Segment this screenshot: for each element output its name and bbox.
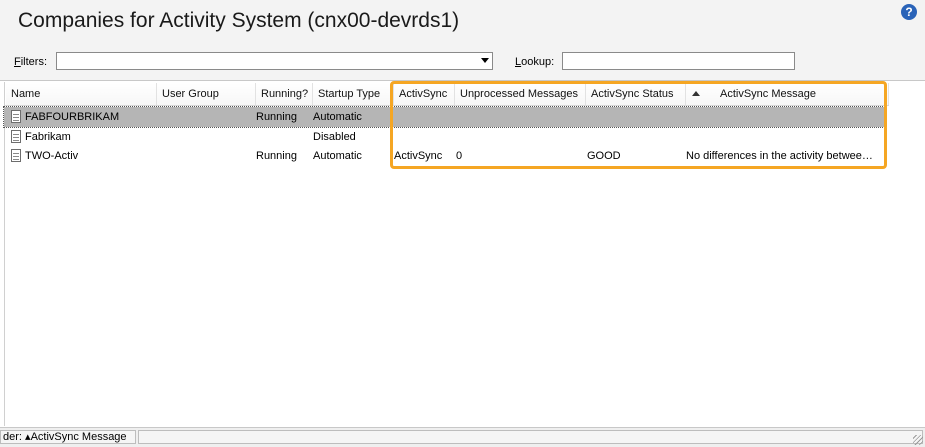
cell-unprocessed: 0: [456, 150, 463, 162]
filters-dropdown[interactable]: [56, 52, 493, 70]
cell-running: [256, 127, 311, 147]
cell-running: Running: [256, 111, 297, 123]
column-header-user-group[interactable]: User Group: [157, 83, 256, 105]
cell-startup-type: Disabled: [313, 131, 356, 143]
cell-activsync: [394, 107, 454, 127]
cell-status: [587, 127, 685, 147]
cell-running: Running: [256, 150, 297, 162]
chevron-down-icon[interactable]: [481, 58, 489, 63]
window-title: Companies for Activity System (cnx00-dev…: [18, 9, 460, 32]
cell-status: [587, 107, 685, 127]
header-area: Companies for Activity System (cnx00-dev…: [0, 0, 925, 81]
column-header-startup-type[interactable]: Startup Type: [313, 83, 394, 105]
document-icon: [11, 110, 21, 123]
cell-name: FABFOURBRIKAM: [25, 111, 120, 123]
table-row[interactable]: FABFOURBRIKAM Running Automatic: [3, 106, 887, 128]
cell-message: No differences in the activity betwee…: [686, 150, 873, 162]
cell-status: GOOD: [587, 150, 621, 162]
status-sort-order: der: ▴ActivSync Message: [0, 430, 136, 444]
help-icon[interactable]: ?: [901, 4, 917, 20]
table-row[interactable]: TWO-Activ Running Automatic ActivSync 0 …: [4, 146, 886, 166]
cell-unprocessed: [456, 107, 584, 127]
cell-activsync: [394, 127, 454, 147]
lookup-input[interactable]: [562, 52, 795, 70]
sort-ascending-icon: [692, 91, 700, 96]
cell-user-group: [156, 127, 251, 147]
cell-activsync: ActivSync: [394, 150, 443, 162]
document-icon: [11, 130, 21, 143]
status-sort-prefix: der:: [3, 431, 22, 443]
column-header-activsync-status[interactable]: ActivSync Status: [586, 83, 686, 105]
cell-user-group: [156, 146, 251, 166]
status-bar: der: ▴ActivSync Message: [0, 427, 925, 447]
column-header-unprocessed-messages[interactable]: Unprocessed Messages: [455, 83, 586, 105]
document-icon: [11, 149, 21, 162]
cell-startup-type: Automatic: [313, 150, 362, 162]
cell-startup-type: Automatic: [313, 111, 362, 123]
header-divider: [5, 105, 889, 106]
filters-label-text: ilters:: [20, 56, 48, 68]
cell-message: [686, 127, 882, 147]
cell-unprocessed: [456, 127, 584, 147]
cell-message: [686, 107, 882, 127]
column-header-running[interactable]: Running?: [256, 83, 313, 105]
lookup-label-text: ookup:: [521, 56, 555, 68]
cell-name: TWO-Activ: [25, 150, 79, 162]
filters-label-accel: F: [14, 56, 21, 68]
resize-grip-icon[interactable]: [913, 435, 923, 445]
filters-label: Filters:: [14, 56, 47, 68]
status-panel-empty: [138, 430, 923, 444]
cell-name: Fabrikam: [25, 131, 71, 143]
cell-user-group: [156, 107, 251, 127]
lookup-label: Lookup:: [515, 56, 554, 68]
column-header-name[interactable]: Name: [6, 83, 157, 105]
status-sort-text: ActivSync Message: [30, 431, 127, 443]
column-header-activsync[interactable]: ActivSync: [394, 83, 455, 105]
table-row[interactable]: Fabrikam Disabled: [4, 127, 886, 147]
column-header-activsync-message[interactable]: ActivSync Message: [686, 83, 889, 105]
